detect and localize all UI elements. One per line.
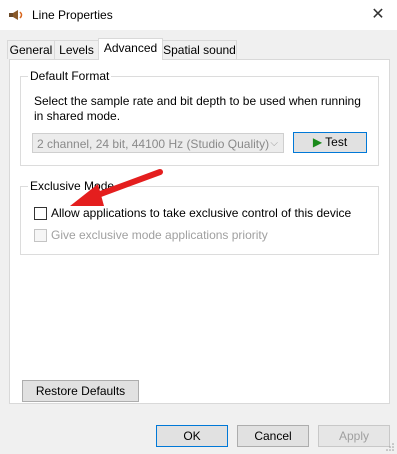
allow-exclusive-checkbox[interactable]	[34, 207, 47, 220]
default-format-label: Default Format	[28, 69, 112, 83]
speaker-app-icon	[9, 10, 23, 20]
ok-button[interactable]: OK	[156, 425, 228, 447]
tab-spatial-sound[interactable]: Spatial sound	[162, 40, 237, 59]
title-bar: Line Properties ✕	[0, 0, 397, 30]
test-label: Test	[325, 135, 348, 149]
priority-checkbox[interactable]	[34, 229, 47, 242]
close-icon[interactable]: ✕	[367, 4, 389, 26]
exclusive-mode-group: Exclusive Mode	[20, 179, 379, 255]
chevron-down-icon: ⌵	[270, 138, 278, 149]
default-format-description: Select the sample rate and bit depth to …	[34, 94, 361, 123]
exclusive-mode-label: Exclusive Mode	[28, 179, 117, 193]
allow-exclusive-label[interactable]: Allow applications to take exclusive con…	[51, 206, 351, 220]
test-button[interactable]: ▶ Test	[293, 132, 367, 153]
window-title: Line Properties	[32, 8, 113, 22]
tab-levels[interactable]: Levels	[54, 40, 99, 59]
play-icon: ▶	[312, 135, 323, 149]
cancel-button[interactable]: Cancel	[237, 425, 309, 447]
tab-general[interactable]: General	[7, 40, 55, 59]
priority-label: Give exclusive mode applications priorit…	[51, 228, 268, 242]
sample-rate-value: 2 channel, 24 bit, 44100 Hz (Studio Qual…	[37, 137, 270, 151]
restore-defaults-button[interactable]: Restore Defaults	[22, 380, 139, 402]
apply-button[interactable]: Apply	[318, 425, 390, 447]
sample-rate-select[interactable]: 2 channel, 24 bit, 44100 Hz (Studio Qual…	[32, 133, 284, 153]
tab-advanced[interactable]: Advanced	[98, 38, 163, 60]
resize-grip-icon[interactable]	[385, 442, 395, 452]
